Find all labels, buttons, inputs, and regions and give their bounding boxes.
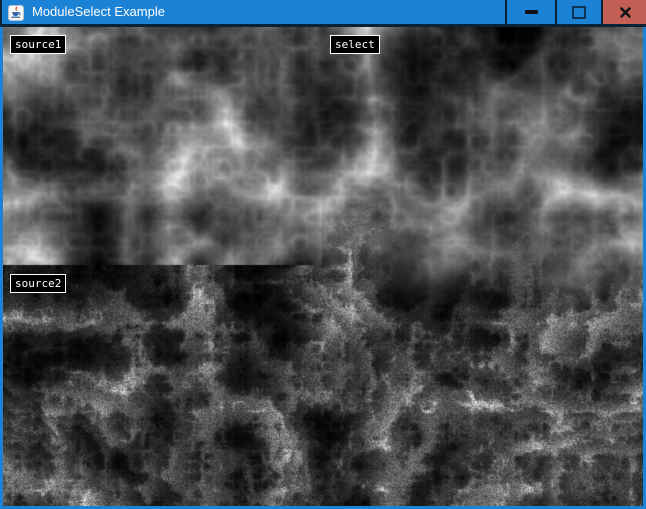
render-area: source1 select source2 bbox=[3, 27, 643, 506]
maximize-button[interactable] bbox=[555, 0, 601, 24]
app-window: ModuleSelect Example source1 select sour… bbox=[0, 0, 646, 509]
java-coffee-cup-icon bbox=[8, 5, 24, 21]
minimize-dash-icon bbox=[525, 10, 538, 14]
label-select: select bbox=[330, 35, 380, 54]
maximize-square-icon bbox=[572, 6, 586, 19]
label-source1: source1 bbox=[10, 35, 66, 54]
titlebar[interactable]: ModuleSelect Example bbox=[0, 0, 646, 27]
window-title: ModuleSelect Example bbox=[32, 0, 165, 24]
minimize-button[interactable] bbox=[505, 0, 555, 24]
noise-canvas bbox=[3, 27, 643, 506]
label-source2: source2 bbox=[10, 274, 66, 293]
window-controls bbox=[505, 0, 646, 24]
close-x-icon bbox=[619, 6, 632, 19]
close-button[interactable] bbox=[601, 0, 646, 24]
